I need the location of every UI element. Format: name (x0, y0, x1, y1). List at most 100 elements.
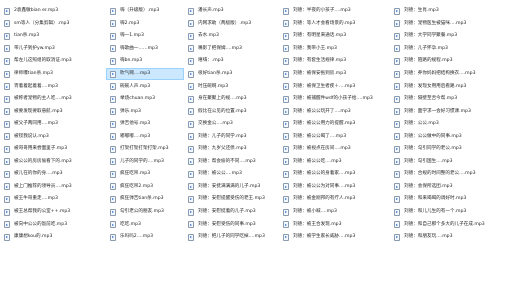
file-item[interactable]: 刘德：儿子怀孕.mp3 (390, 43, 514, 56)
file-item[interactable]: 被上门推荐的领导员….mp3 (0, 181, 106, 194)
file-item[interactable]: 嗨bn.mp3 (106, 55, 184, 68)
file-item[interactable]: 内网求助（两极版）.mp3 (184, 18, 279, 31)
file-item[interactable]: 刘德：宠物医生被猫咪….mp3 (390, 18, 514, 31)
file-name: 被父子两同用….mp3 (14, 121, 58, 127)
file-item[interactable]: 疯狂吃吊.mp3 (106, 168, 184, 181)
file-item[interactable]: 刘德：勾引国生….mp3 (390, 156, 514, 169)
file-item[interactable]: 嘟嘟嘟….mp3 (106, 130, 184, 143)
file-item[interactable]: 刘德：合规的时间整的老公….mp3 (390, 168, 514, 181)
file-item[interactable]: 嗨2.mp3 (106, 18, 184, 31)
file-item[interactable]: 刘德：被金刚邦的有疗人.mp3 (279, 193, 390, 206)
file-item[interactable]: 刘德：帮会偷的不同….mp3 (184, 156, 279, 169)
file-item[interactable]: 刘德：半夜的小孩子….mp3 (279, 5, 390, 18)
file-item[interactable]: 身在聚聚上的规….mp3 (184, 93, 279, 106)
file-item[interactable]: 刘德：被王合发现.mp3 (279, 218, 390, 231)
file-item[interactable]: 宵着着起着着….mp3 (0, 80, 106, 93)
file-item[interactable]: 刘德：把儿子的同学吃掉….mp3 (184, 231, 279, 244)
file-item[interactable]: 刘德：等人才会看场景的.mp3 (279, 18, 390, 31)
file-item[interactable]: 刘德：和朋友玩….mp3 (390, 231, 514, 244)
file-item[interactable]: 刘德：被公公玩开了….mp3 (279, 105, 390, 118)
file-item[interactable]: 刘德：被保安拖到房.mp3 (279, 68, 390, 81)
file-item[interactable]: 刘德：和自己那个多大的儿子在成.mp3 (390, 218, 514, 231)
file-item[interactable]: 刘德：安慰受伤的同事.mp3 (184, 218, 279, 231)
file-item[interactable]: 举烧chuan.mp3 (106, 93, 184, 106)
file-item[interactable]: 乐吗吗2….mp3 (106, 231, 184, 244)
file-item[interactable]: 打架打架打架打架.mp3 (106, 143, 184, 156)
file-item[interactable]: 被王总帮我的公室++.mp3 (0, 206, 106, 219)
file-item[interactable]: 康康想kou的.mp3 (0, 231, 106, 244)
file-item[interactable]: 交换金公….mp3 (184, 118, 279, 131)
file-item[interactable]: 带儿子到护yw.mp3 (0, 43, 106, 56)
file-item[interactable]: 刘德：被公公喝了….mp3 (279, 130, 390, 143)
file-item[interactable]: 弹乐.mp3 (106, 105, 184, 118)
file-item[interactable]: 嘻嗨：.mp3 (184, 55, 279, 68)
file-item[interactable]: 刘德：和儿儿生的有一个.mp3 (390, 206, 514, 219)
file-item[interactable]: 刘德：陌路的规程.mp3 (390, 55, 514, 68)
file-item[interactable]: 刘德：养你妈妈把结构换衣….mp3 (390, 68, 514, 81)
file-item[interactable]: 刘德：被公公用力的提醒.mp3 (279, 118, 390, 131)
file-item[interactable]: 被向中公公的饭前吃.mp3 (0, 218, 106, 231)
file-item[interactable]: 刘德：大学同学聚餐.mp3 (390, 30, 514, 43)
file-item[interactable]: 疯狂吃吊2.mp3 (106, 181, 184, 194)
file-item[interactable]: 刘德：有明星来通话.mp3 (279, 30, 390, 43)
file-item[interactable]: 弹吉他号.mp3 (106, 118, 184, 131)
file-item[interactable]: 刘德：被公公为对同事….mp3 (279, 181, 390, 194)
file-item[interactable]: 刘德：面学求一会好习惯课.mp3 (390, 105, 514, 118)
file-item[interactable]: sm等人（分集剪辑）.mp3 (0, 18, 106, 31)
file-item[interactable]: 刘德：勾引同学的老公.mp3 (390, 143, 514, 156)
file-item[interactable]: 刘德：被公公吃….mp3 (279, 156, 390, 169)
file-item[interactable]: 刘德：安抚满满满的儿子.mp3 (184, 181, 279, 194)
file-item[interactable]: 刘德：我带小王.mp3 (279, 43, 390, 56)
file-item[interactable]: 被父子两同用….mp3 (0, 118, 106, 131)
file-item[interactable]: 刘德：公公做中的同事.mp3 (390, 130, 514, 143)
file-item[interactable]: 刘德：被学生家长威胁….mp3 (279, 231, 390, 244)
file-name: 刘德：陌路的规程.mp3 (404, 58, 453, 64)
file-item[interactable]: 被称者宠物的主人吃….mp3 (0, 93, 106, 106)
file-item[interactable]: 疯狂弹吉tian杀.mp3 (106, 193, 184, 206)
file-item[interactable]: 2袁鑫敏bian er.mp3 (0, 5, 106, 18)
file-item[interactable]: 吃吃.mp3 (106, 218, 184, 231)
file-item[interactable]: 刘德：生肖.mp3 (390, 5, 514, 18)
file-item[interactable]: 刘德：被公公的身着家….mp3 (279, 168, 390, 181)
file-item[interactable]: 嗨一1.mp3 (106, 30, 184, 43)
file-item[interactable]: 去水.mp3 (184, 30, 279, 43)
file-item[interactable]: 刘德：被视点在房间….mp3 (279, 143, 390, 156)
file-item[interactable]: 被要发现要取悬航.mp3 (0, 105, 106, 118)
file-item[interactable]: 假比在公见的位置.mp3 (184, 105, 279, 118)
file-item[interactable]: 刘德：发现女用用后看路.mp3 (390, 80, 514, 93)
file-item[interactable]: 碗碗人声.mp3 (106, 80, 184, 93)
file-item[interactable]: 勾引老公的朋友.mp3 (106, 206, 184, 219)
audio-file-icon (283, 57, 289, 65)
file-item[interactable]: 刘德：九岁父还债.mp3 (184, 143, 279, 156)
file-item[interactable]: 被钗我说认.mp3 (0, 130, 106, 143)
file-item[interactable]: 刘德：安慰挺着的儿子.mp3 (184, 206, 279, 219)
file-item[interactable]: 刘德：被小喊….mp3 (279, 206, 390, 219)
file-item[interactable]: 儿子的同学的….mp3 (106, 156, 184, 169)
file-item[interactable]: 时压碗啊.mp3 (184, 80, 279, 93)
file-item[interactable]: 刘德：隔壁至舌今帮.mp3 (390, 93, 514, 106)
file-item[interactable]: 嘴影了把保姆….mp3 (184, 43, 279, 56)
file-item[interactable]: 律师曝tian杀.mp3 (0, 68, 106, 81)
file-item[interactable]: 刘德：安慰提醒受伤的老王.mp3 (184, 193, 279, 206)
file-item[interactable]: 被王牛哥重走….mp3 (0, 193, 106, 206)
file-item[interactable]: 吹气啊….mp3 (106, 67, 184, 81)
file-item[interactable]: 很好tian杀.mp3 (184, 68, 279, 81)
file-item[interactable]: 刘德：被保卫生者疾＋….mp3 (279, 80, 390, 93)
file-item[interactable]: tian杀.mp3 (0, 30, 106, 43)
file-item[interactable]: 嗨（升级版）.mp3 (106, 5, 184, 18)
file-item[interactable]: 刘德：被公公….mp3 (184, 168, 279, 181)
file-item[interactable]: 潘长声.mp3 (184, 5, 279, 18)
file-item[interactable]: 刘德：和来喝喝的调好时.mp3 (390, 193, 514, 206)
audio-file-icon (188, 7, 194, 15)
file-item[interactable]: 刘德：有套生活规律.mp3 (279, 55, 390, 68)
file-item[interactable]: 刘德：公公.mp3 (390, 118, 514, 131)
file-item[interactable]: 嗨歌曲一……mp3 (106, 43, 184, 56)
file-name: 刘德：被公公用力的提醒.mp3 (293, 121, 356, 127)
file-item[interactable]: 帮左儿这照组的取消证.mp3 (0, 55, 106, 68)
file-item[interactable]: 刘德：儿子的同学.mp3 (184, 130, 279, 143)
file-item[interactable]: 被儿在的你的身….mp3 (0, 168, 106, 181)
file-item[interactable]: 被哥哥用来尝面里子.mp3 (0, 143, 106, 156)
file-item[interactable]: 被公公的房房偷看下的.mp3 (0, 156, 106, 169)
file-item[interactable]: 刘德：会保所选团.mp3 (390, 181, 514, 194)
file-item[interactable]: 刘德：被捕醒件wdf的小孩子给….mp3 (279, 93, 390, 106)
